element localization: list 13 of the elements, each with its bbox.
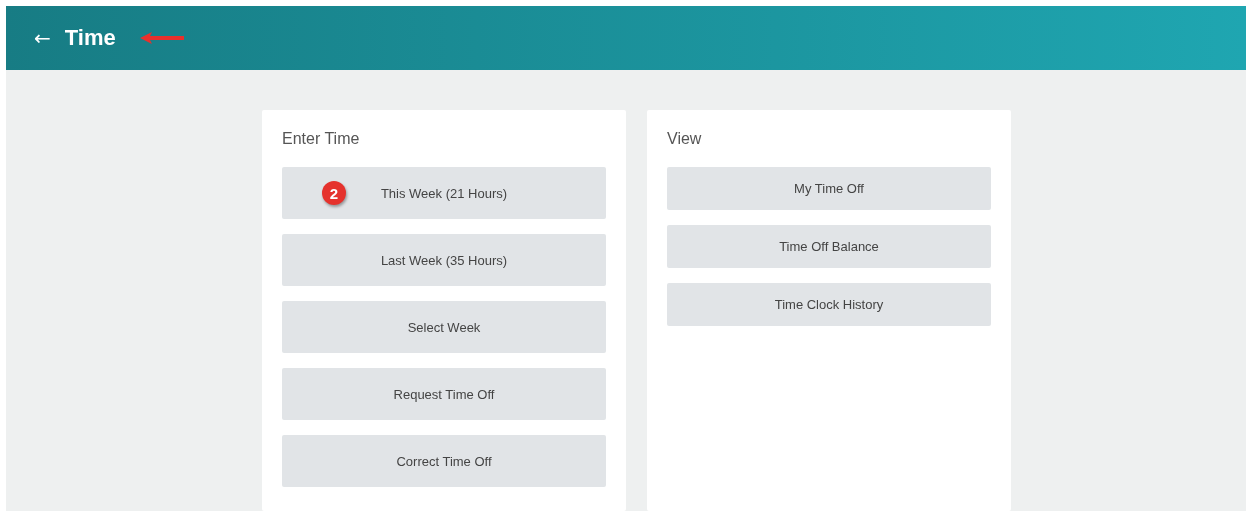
panel-title: Enter Time [282, 130, 361, 148]
menu-button[interactable]: 2 This Week (21 Hours) [282, 167, 606, 219]
menu-button[interactable]: Time Off Balance [667, 225, 991, 268]
count-badge: 2 [322, 181, 346, 205]
page-title: Time [64, 25, 116, 51]
menu-button[interactable]: Request Time Off [282, 368, 606, 420]
menu-button[interactable]: Time Clock History [667, 283, 991, 326]
back-button[interactable]: ← [34, 26, 51, 50]
menu-button[interactable]: Correct Time Off [282, 435, 606, 487]
panel-title: View [667, 130, 703, 148]
menu-button[interactable]: Last Week (35 Hours) [282, 234, 606, 286]
menu-button[interactable]: My Time Off [667, 167, 991, 210]
menu-button[interactable]: Select Week [282, 301, 606, 353]
